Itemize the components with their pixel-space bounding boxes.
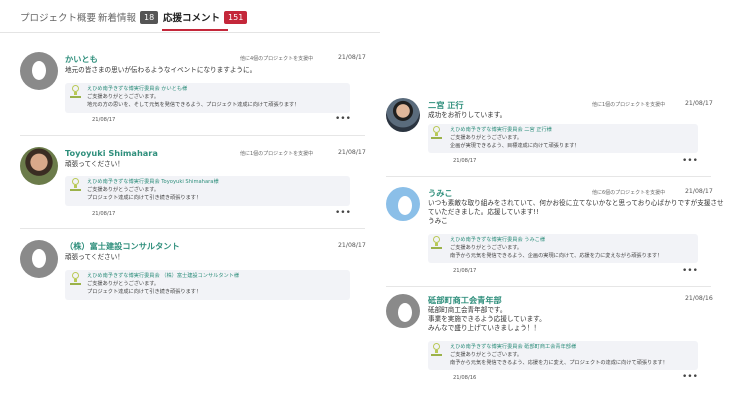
divider — [386, 176, 711, 177]
divider — [20, 135, 365, 136]
organization-logo-icon — [431, 343, 442, 358]
more-options-icon[interactable]: ••• — [682, 267, 698, 276]
reply-date: 21/08/17 — [453, 268, 477, 274]
reply-date: 21/08/17 — [453, 158, 477, 164]
more-options-icon[interactable]: ••• — [682, 373, 698, 382]
organization-logo-icon — [70, 272, 81, 287]
reply-date: 21/08/17 — [92, 211, 116, 217]
comment-date: 21/08/17 — [685, 100, 713, 107]
tab-project-overview[interactable]: プロジェクト概要 — [20, 8, 96, 26]
commenter-name[interactable]: 二宮 正行 — [428, 99, 464, 111]
organization-logo-icon — [431, 236, 442, 251]
comment-body: いつも素敵な取り組みをされていて、何かお役に立てないかなと思っており心ばかりです… — [428, 199, 724, 225]
reply-date: 21/08/17 — [92, 117, 116, 123]
owner-reply: えひめ南予きずな博実行委員会 （株）富士建設コンサルタント様 ご支援ありがとうご… — [65, 270, 350, 300]
commenter-name[interactable]: かいとも — [65, 53, 98, 65]
support-count: 他に1個のプロジェクトを支援中 — [592, 102, 666, 108]
avatar[interactable] — [386, 98, 420, 132]
comment-date: 21/08/17 — [685, 188, 713, 195]
tab-news[interactable]: 新着情報 18 — [98, 8, 159, 26]
owner-reply: えひめ南予きずな博実行委員会 うみこ様 ご支援ありがとうございます。 南予から元… — [428, 234, 698, 263]
comment-tabs: プロジェクト概要 新着情報 18 応援コメント 151 — [0, 0, 380, 33]
commenter-name[interactable]: Toyoyuki Shimahara — [65, 148, 158, 158]
more-options-icon[interactable]: ••• — [335, 209, 351, 218]
comment-count-badge: 151 — [224, 10, 248, 24]
comment-date: 21/08/16 — [685, 295, 713, 302]
comment-body: 砥部町商工会青年部です。 事業を実施できるよう応援しています。 みんなで盛り上げ… — [428, 306, 546, 332]
more-options-icon[interactable]: ••• — [682, 157, 698, 166]
comment-date: 21/08/17 — [338, 54, 366, 61]
divider — [20, 228, 365, 229]
active-tab-indicator — [162, 29, 228, 31]
owner-reply: えひめ南予きずな博実行委員会 Toyoyuki Shimahara様 ご支援あり… — [65, 176, 350, 206]
avatar[interactable] — [20, 147, 58, 185]
more-options-icon[interactable]: ••• — [335, 115, 351, 124]
commenter-name[interactable]: （株）富士建設コンサルタント — [65, 240, 180, 252]
comment-body: 成功をお祈りしています。 — [428, 111, 507, 119]
tab-label: 新着情報 — [98, 13, 137, 24]
organization-logo-icon — [431, 126, 442, 141]
commenter-name[interactable]: うみこ — [428, 187, 453, 199]
comment-body: 頑張ってください！ — [65, 253, 124, 261]
support-count: 他に4個のプロジェクトを支援中 — [240, 56, 314, 62]
avatar[interactable] — [386, 187, 420, 221]
tab-support-comments[interactable]: 応援コメント 151 — [163, 8, 248, 26]
avatar[interactable] — [386, 294, 420, 328]
avatar[interactable] — [20, 240, 58, 278]
owner-reply: えひめ南予きずな博実行委員会 二宮 正行様 ご支援ありがとうございます。 企画が… — [428, 124, 698, 153]
tab-label: プロジェクト概要 — [20, 13, 97, 24]
reply-date: 21/08/16 — [453, 375, 477, 381]
comment-body: 頑張ってください！ — [65, 160, 124, 168]
comment-date: 21/08/17 — [338, 149, 366, 156]
commenter-name[interactable]: 砥部町商工会青年部 — [428, 294, 502, 306]
avatar[interactable] — [20, 52, 58, 90]
support-count: 他に6個のプロジェクトを支援中 — [592, 190, 666, 196]
organization-logo-icon — [70, 178, 81, 193]
divider — [386, 286, 711, 287]
owner-reply: えひめ南予きずな博実行委員会 かいとも様 ご支援ありがとうございます。 地元の方… — [65, 83, 350, 113]
support-count: 他に1個のプロジェクトを支援中 — [240, 151, 314, 157]
organization-logo-icon — [70, 85, 81, 100]
tab-label: 応援コメント — [163, 13, 221, 24]
comment-body: 地元の皆さまの思いが伝わるようなイベントになりますように。 — [65, 66, 257, 74]
news-count-badge: 18 — [140, 10, 159, 24]
owner-reply: えひめ南予きずな博実行委員会 砥部町商工会青年部様 ご支援ありがとうございます。… — [428, 341, 698, 370]
comment-date: 21/08/17 — [338, 242, 366, 249]
